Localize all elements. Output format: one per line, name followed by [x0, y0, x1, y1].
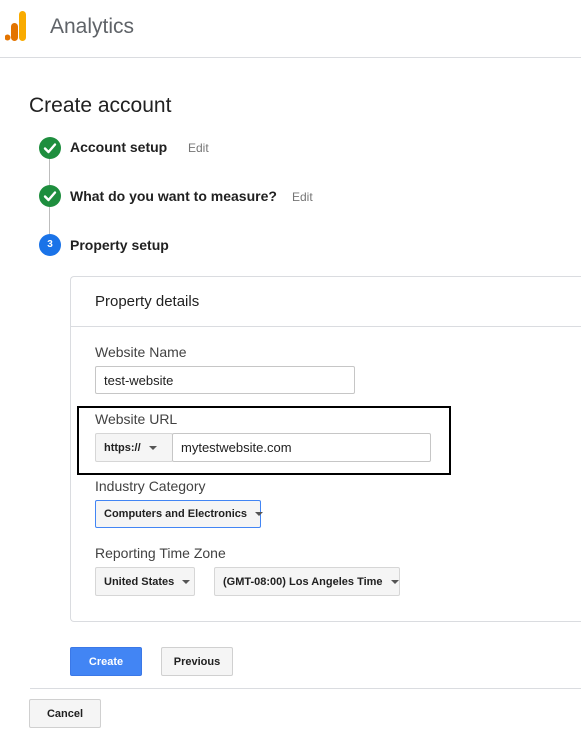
property-details-title: Property details	[95, 293, 200, 310]
chevron-down-icon	[182, 579, 191, 584]
page-title: Create account	[29, 94, 172, 117]
protocol-value: https://	[104, 441, 141, 454]
country-value: United States	[104, 575, 175, 588]
chevron-down-icon	[390, 579, 399, 584]
website-url-input[interactable]	[172, 433, 431, 462]
edit-measure-link[interactable]: Edit	[292, 189, 313, 205]
time-zone-value: (GMT-08:00) Los Angeles Time	[223, 575, 383, 588]
footer-divider	[30, 688, 581, 689]
industry-category-dropdown[interactable]: Computers and Electronics	[95, 500, 264, 528]
check-icon	[39, 185, 61, 207]
step-property-setup: Property setup	[70, 237, 169, 253]
step-connector	[49, 207, 50, 234]
step-connector	[49, 158, 50, 185]
time-zone-dropdown[interactable]: (GMT-08:00) Los Angeles Time	[214, 567, 400, 596]
time-zone-label: Reporting Time Zone	[95, 545, 226, 561]
check-icon	[39, 137, 61, 159]
chevron-down-icon	[148, 445, 157, 450]
previous-button[interactable]: Previous	[161, 647, 233, 676]
analytics-logo-icon[interactable]	[4, 11, 33, 41]
industry-category-value: Computers and Electronics	[104, 508, 248, 520]
industry-category-label: Industry Category	[95, 478, 206, 494]
cancel-button[interactable]: Cancel	[29, 699, 101, 728]
step-what-to-measure: What do you want to measure?	[70, 188, 277, 204]
edit-account-setup-link[interactable]: Edit	[188, 140, 209, 156]
step-number-badge: 3	[39, 234, 61, 256]
country-dropdown[interactable]: United States	[95, 567, 195, 596]
chevron-down-icon	[255, 512, 264, 516]
create-button[interactable]: Create	[70, 647, 142, 676]
protocol-dropdown[interactable]: https://	[95, 433, 173, 462]
card-divider	[71, 326, 581, 327]
app-title: Analytics	[50, 15, 135, 38]
website-name-input[interactable]	[95, 366, 355, 394]
step-account-setup: Account setup	[70, 139, 168, 155]
website-url-label: Website URL	[95, 411, 178, 427]
website-name-label: Website Name	[95, 344, 187, 360]
